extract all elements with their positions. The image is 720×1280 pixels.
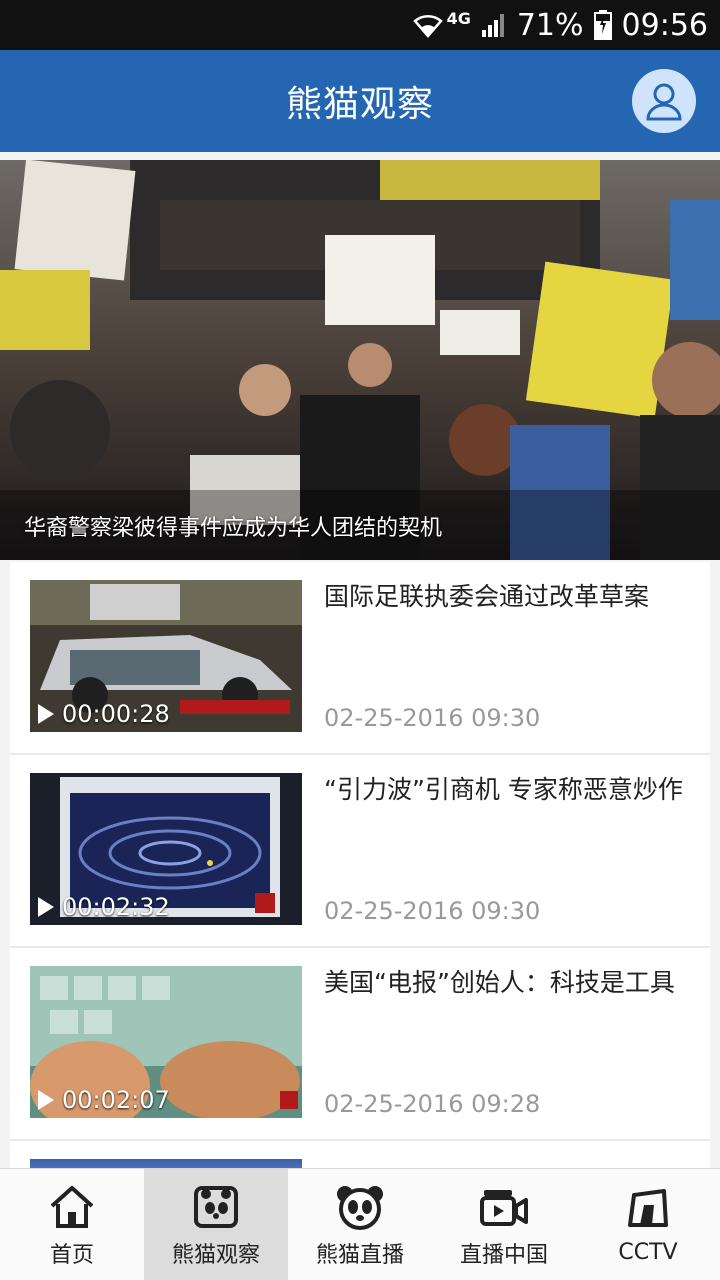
news-title[interactable]: 美国“电报”创始人：科技是工具 [324,966,692,999]
network-type-label: 4G [446,8,471,28]
play-icon [38,897,54,917]
signal-icon [481,12,507,38]
home-icon [46,1181,98,1233]
banner-caption: 华裔警察梁彼得事件应成为华人团结的契机 [24,516,443,541]
battery-percent: 71% [516,7,584,43]
duration-label: 00:00:28 [62,700,170,728]
nav-label: 直播中国 [459,1242,548,1268]
video-duration: 00:02:07 [38,1086,170,1114]
nav-item-live-china[interactable]: 直播中国 [432,1169,576,1280]
news-item[interactable] [10,1141,710,1168]
news-item[interactable]: 00:02:32 “引力波”引商机 专家称恶意炒作 02-25-2016 09:… [10,755,710,948]
news-date: 02-25-2016 09:30 [324,897,541,925]
news-date: 02-25-2016 09:28 [324,1090,541,1118]
news-item[interactable]: 00:00:28 国际足联执委会通过改革草案 02-25-2016 09:30 [10,562,710,755]
banner-image [0,160,720,560]
news-item[interactable]: 00:02:07 美国“电报”创始人：科技是工具 02-25-2016 09:2… [10,948,710,1141]
video-camera-icon [478,1181,530,1233]
news-title[interactable]: “引力波”引商机 专家称恶意炒作 [324,773,692,806]
news-title[interactable]: 国际足联执委会通过改革草案 [324,580,692,613]
panda-tv-icon [190,1181,242,1233]
nav-label: 首页 [49,1242,94,1268]
nav-item-cctv[interactable]: CCTV [576,1169,720,1280]
status-bar: 4G 71% 09:56 [0,0,720,50]
news-date: 02-25-2016 09:30 [324,704,541,732]
battery-charging-icon [593,10,612,40]
nav-label: CCTV [618,1240,678,1265]
nav-item-panda-live[interactable]: 熊猫直播 [288,1169,432,1280]
video-thumbnail[interactable]: 00:00:28 [30,580,302,732]
nav-label: 熊猫直播 [315,1242,404,1268]
duration-label: 00:02:07 [62,1086,170,1114]
video-thumbnail[interactable] [30,1159,302,1168]
play-icon [38,704,54,724]
app-header: 熊猫观察 [0,50,720,152]
nav-item-panda-observation[interactable]: 熊猫观察 [144,1169,288,1280]
video-duration: 00:02:32 [38,893,170,921]
video-thumbnail[interactable]: 00:02:07 [30,966,302,1118]
video-duration: 00:00:28 [38,700,170,728]
user-profile-button[interactable] [632,69,696,133]
user-icon [646,83,682,121]
bottom-nav: 首页 熊猫观察 熊猫直播 直播中国 CCTV [0,1168,720,1280]
nav-label: 熊猫观察 [171,1242,260,1268]
play-icon [38,1090,54,1110]
duration-label: 00:02:32 [62,893,170,921]
news-list[interactable]: 00:00:28 国际足联执委会通过改革草案 02-25-2016 09:30 … [10,562,710,1168]
page-title: 熊猫观察 [285,84,434,125]
video-thumbnail[interactable]: 00:02:32 [30,773,302,925]
wifi-icon [412,12,443,38]
cctv-logo-icon [622,1184,674,1236]
panda-face-icon [334,1181,386,1233]
clock: 09:56 [621,7,708,43]
nav-item-home[interactable]: 首页 [0,1169,144,1280]
featured-banner[interactable]: 华裔警察梁彼得事件应成为华人团结的契机 [0,160,720,560]
